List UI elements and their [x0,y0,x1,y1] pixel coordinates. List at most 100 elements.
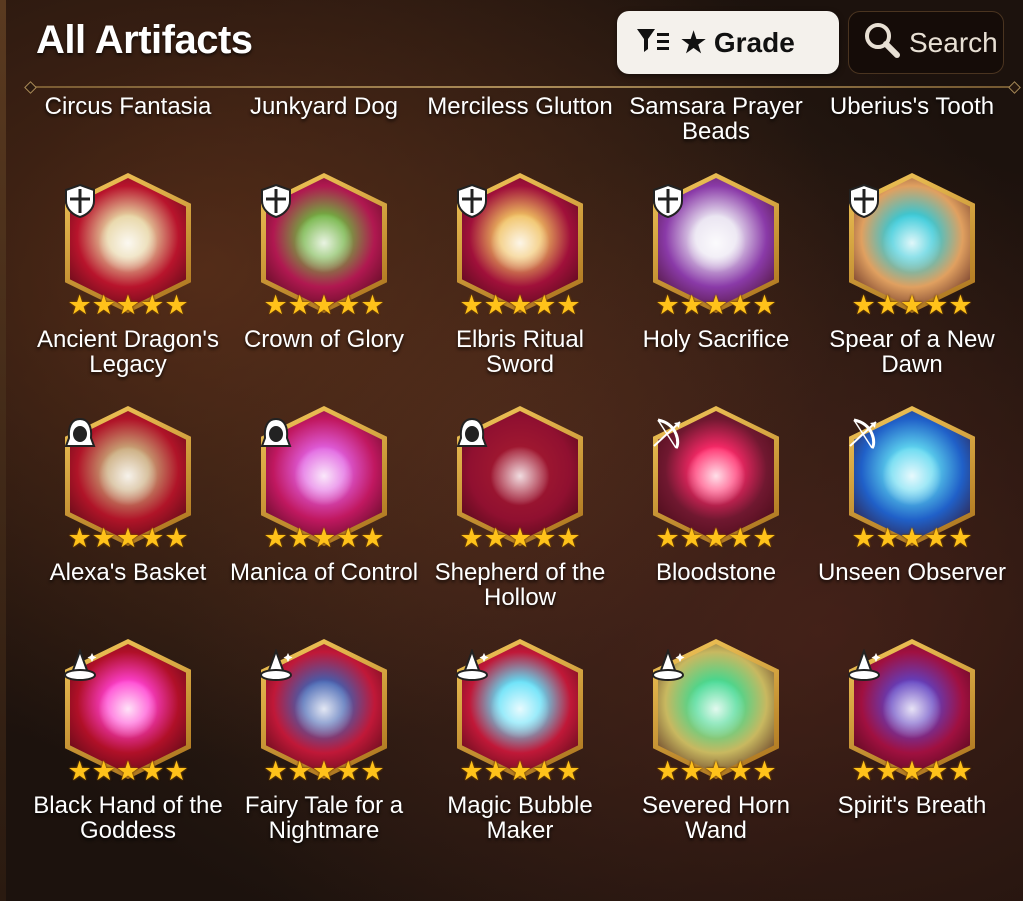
artifact-name: Fairy Tale for a Nightmare [244,792,404,844]
star-rating: ★ ★ ★ ★ ★ [655,523,776,553]
star-icon: ★ [752,523,777,553]
star-icon: ★ [483,290,508,320]
artifact-name: Spirit's Breath [837,792,987,819]
artifact-card[interactable]: ★★★★★Junkyard Dog [226,88,422,173]
star-icon: ★ [140,290,165,320]
knight-class-icon [258,183,294,219]
artifact-name: Circus Fantasia [44,93,212,120]
artifact-grid-viewport[interactable]: ★★★★★Circus Fantasia★★★★★Junkyard Dog★★★… [30,88,1015,901]
artifact-art-glow [686,446,746,506]
artifact-card[interactable]: ★ ★ ★ ★ ★ Alexa's Basket [30,406,226,639]
artifact-card[interactable]: ★ ★ ★ ★ ★ Bloodstone [618,406,814,639]
artifact-card[interactable]: ★★★★★Circus Fantasia [30,88,226,173]
artifact-card[interactable]: ★ ★ ★ ★ ★ Ancient Dragon's Legacy [30,173,226,406]
star-icon: ★ [655,290,680,320]
star-icon: ★ [851,523,876,553]
knight-class-icon [650,183,686,219]
artifact-card[interactable]: ★ ★ ★ ★ ★ Shepherd of the Hollow [422,406,618,639]
artifact-name: Shepherd of the Hollow [434,559,606,611]
artifact-card[interactable]: ★ ★ ★ ★ ★ Holy Sacrifice [618,173,814,406]
mage-class-icon [258,648,294,685]
star-rating: ★ ★ ★ ★ ★ [655,290,776,320]
star-icon: ★ [728,756,753,786]
star-icon: ★ [287,756,312,786]
star-icon: ★ [164,756,189,786]
star-icon: ★ [311,523,337,553]
star-icon: ★ [115,756,141,786]
artifact-art-glow [98,679,158,739]
star-icon: ★ [311,756,337,786]
artifact-card[interactable]: ★ ★ ★ ★ ★ Magic Bubble Maker [422,639,618,872]
star-icon: ★ [164,523,189,553]
artifact-art-glow [490,679,550,739]
artifact-card[interactable]: ★ ★ ★ ★ ★ Spear of a New Dawn [814,173,1010,406]
star-icon: ★ [140,756,165,786]
artifact-name: Holy Sacrifice [642,326,790,353]
star-icon: ★ [311,290,337,320]
artifact-name: Severed Horn Wand [641,792,791,844]
artifact-art-glow [490,213,550,273]
artifact-card[interactable]: ★ ★ ★ ★ ★ Spirit's Breath [814,639,1010,872]
star-icon: ★ [532,290,557,320]
thief-class-icon [62,416,98,452]
grade-sort-button[interactable]: ★ Grade [617,11,839,74]
page-title: All Artifacts [36,18,253,62]
star-icon: ★ [507,523,533,553]
artifact-card[interactable]: ★★★★★Uberius's Tooth [814,88,1010,173]
header: All Artifacts ★ Grade Search [0,0,1023,88]
artifact-art-glow [294,213,354,273]
artifact-name: Spear of a New Dawn [829,326,995,378]
artifact-card[interactable]: ★★★★★Merciless Glutton [422,88,618,173]
artifact-card[interactable]: ★ ★ ★ ★ ★ Crown of Glory [226,173,422,406]
artifact-name: Junkyard Dog [249,93,399,120]
artifact-card[interactable]: ★ ★ ★ ★ ★ Unseen Observer [814,406,1010,639]
artifact-name: Uberius's Tooth [829,93,995,120]
star-icon: ★ [360,523,385,553]
star-icon: ★ [115,523,141,553]
artifact-card[interactable]: ★ ★ ★ ★ ★ Severed Horn Wand [618,639,814,872]
artifact-art-glow [882,446,942,506]
star-icon: ★ [263,756,288,786]
knight-class-icon [846,183,882,219]
star-icon: ★ [67,290,92,320]
star-icon: ★ [336,523,361,553]
star-rating: ★ ★ ★ ★ ★ [655,756,776,786]
artifact-card[interactable]: ★ ★ ★ ★ ★ Fairy Tale for a Nightmare [226,639,422,872]
artifact-art-glow [98,213,158,273]
knight-class-icon [454,183,490,219]
star-rating: ★ ★ ★ ★ ★ [67,523,188,553]
star-icon: ★ [655,756,680,786]
star-icon: ★ [851,756,876,786]
artifact-card[interactable]: ★ ★ ★ ★ ★ Elbris Ritual Sword [422,173,618,406]
artifact-name: Ancient Dragon's Legacy [36,326,219,378]
artifact-card[interactable]: ★ ★ ★ ★ ★ Manica of Control [226,406,422,639]
star-icon: ★ [899,290,925,320]
star-icon: ★ [655,523,680,553]
artifact-card[interactable]: ★★★★★Samsara Prayer Beads [618,88,814,173]
star-icon: ★ [924,523,949,553]
star-icon: ★ [679,290,704,320]
star-icon: ★ [67,756,92,786]
star-icon: ★ [336,756,361,786]
star-icon: ★ [556,523,581,553]
artifact-grid: ★★★★★Circus Fantasia★★★★★Junkyard Dog★★★… [30,88,1010,872]
star-icon: ★ [532,756,557,786]
star-rating: ★ ★ ★ ★ ★ [851,523,972,553]
artifact-art-glow [882,213,942,273]
star-icon: ★ [336,290,361,320]
star-icon: ★ [140,523,165,553]
search-button[interactable]: Search [848,11,1004,74]
star-icon: ★ [287,523,312,553]
artifact-name: Samsara Prayer Beads [629,93,803,145]
star-icon: ★ [91,290,116,320]
artifact-art-glow [686,679,746,739]
star-icon: ★ [875,523,900,553]
artifact-art-glow [686,213,746,273]
star-icon: ★ [899,523,925,553]
star-icon: ★ [752,290,777,320]
star-icon: ★ [679,523,704,553]
artifact-card[interactable]: ★ ★ ★ ★ ★ Black Hand of the Goddess [30,639,226,872]
artifact-name: Black Hand of the Goddess [33,792,223,844]
mage-class-icon [846,648,882,685]
star-icon: ★ [924,290,949,320]
